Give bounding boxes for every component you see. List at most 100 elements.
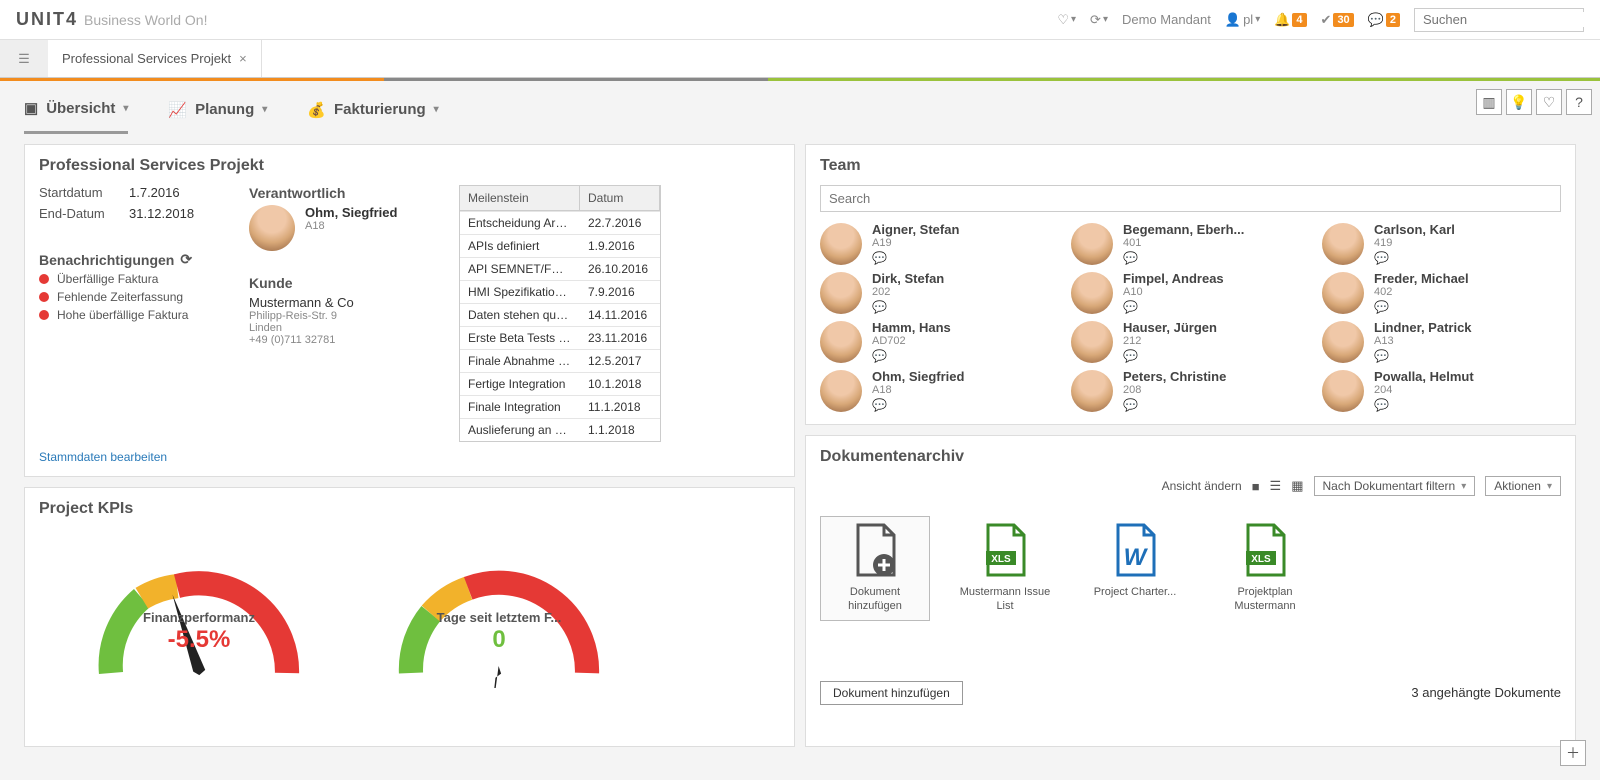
milestone-date: 22.7.2016 [580,212,660,234]
document-type-icon: W [1110,523,1160,579]
topbar: UNIT4 Business World On! ♡ ▾ ⟳ ▾ Demo Ma… [0,0,1600,40]
milestone-row[interactable]: Finale Abnahme der ...12.5.2017 [460,349,660,372]
team-member[interactable]: Lindner, PatrickA13💬 [1322,320,1561,363]
gauge-days-label: Tage seit letztem F... [389,610,609,625]
chat-icon[interactable]: 💬 [1374,349,1472,363]
view-large-icon[interactable]: ■ [1252,479,1260,494]
member-name: Hauser, Jürgen [1123,320,1217,335]
view-list-icon[interactable]: ☰ [1270,478,1282,494]
milestone-row[interactable]: Auslieferung an Kund...1.1.2018 [460,418,660,441]
milestone-row[interactable]: Finale Integration11.1.2018 [460,395,660,418]
messages-icon[interactable]: 💬2 [1368,12,1400,28]
notifications-icon[interactable]: 🔔4 [1274,12,1306,28]
team-search-input[interactable] [820,185,1561,212]
notification-item[interactable]: Fehlende Zeiterfassung [39,290,219,304]
brand-logo: UNIT4 [16,9,78,30]
view-grid-icon[interactable]: ▦ [1291,478,1303,494]
nav-overview[interactable]: ▣ Übersicht ▾ [24,99,128,134]
chat-icon[interactable]: 💬 [872,251,959,265]
responsible-id: A18 [305,220,397,232]
main-menu-icon[interactable]: ☰ [0,40,48,77]
filter-doc-type-dropdown[interactable]: Nach Dokumentart filtern▾ [1314,476,1476,496]
team-member[interactable]: Hauser, Jürgen212 💬 [1071,320,1310,363]
documents-panel: Dokumentenarchiv Ansicht ändern ■ ☰ ▦ Na… [805,435,1576,747]
member-name: Carlson, Karl [1374,222,1455,237]
member-id: 212 [1123,335,1217,347]
chat-icon[interactable]: 💬 [1374,300,1469,314]
notification-item[interactable]: Hohe überfällige Faktura [39,308,219,322]
member-name: Ohm, Siegfried [872,369,964,384]
add-fab-button[interactable]: ＋ [1560,740,1586,766]
notification-item[interactable]: Überfällige Faktura [39,272,219,286]
milestone-row[interactable]: Daten stehen quersc...14.11.2016 [460,303,660,326]
chat-icon[interactable]: 💬 [872,349,951,363]
notification-text: Fehlende Zeiterfassung [57,290,183,304]
doc-label: Mustermann Issue List [957,585,1053,614]
edit-master-data-link[interactable]: Stammdaten bearbeiten [39,450,167,464]
document-item[interactable]: XLSProjektplan Mustermann [1210,516,1320,621]
document-item[interactable]: W Project Charter... [1080,516,1190,621]
favorites-icon[interactable]: ♡ ▾ [1057,12,1076,28]
member-name: Fimpel, Andreas [1123,271,1224,286]
member-name: Lindner, Patrick [1374,320,1472,335]
milestone-date: 1.1.2018 [580,419,660,441]
user-menu[interactable]: 👤 pl ▾ [1225,12,1260,28]
responsible-avatar[interactable] [249,205,295,251]
milestone-row[interactable]: Fertige Integration10.1.2018 [460,372,660,395]
add-document-button[interactable]: Dokument hinzufügen [820,681,963,705]
milestone-date: 7.9.2016 [580,281,660,303]
milestone-row[interactable]: Entscheidung Archite...22.7.2016 [460,211,660,234]
tab-row: ☰ Professional Services Projekt × [0,40,1600,78]
document-item[interactable]: XLSMustermann Issue List [950,516,1060,621]
milestone-date: 14.11.2016 [580,304,660,326]
refresh-icon[interactable]: ⟳ [180,251,192,268]
global-search[interactable]: 🔍 [1414,8,1584,32]
team-member[interactable]: Fimpel, AndreasA10💬 [1071,271,1310,314]
chat-icon[interactable]: 💬 [1123,251,1244,265]
customer-name: Mustermann & Co [249,295,429,310]
milestone-name: Finale Abnahme der ... [460,350,580,372]
status-dot-icon [39,310,49,320]
member-name: Dirk, Stefan [872,271,944,286]
milestone-row[interactable]: API SEMNET/FW ver...26.10.2016 [460,257,660,280]
actions-dropdown[interactable]: Aktionen▾ [1485,476,1561,496]
add-document-tile[interactable]: Dokument hinzufügen [820,516,930,621]
chat-icon[interactable]: 💬 [1374,398,1474,412]
member-avatar [1071,223,1113,265]
chat-icon[interactable]: 💬 [1123,300,1224,314]
global-search-input[interactable] [1423,12,1599,27]
tenant-name[interactable]: Demo Mandant [1122,12,1211,27]
history-icon[interactable]: ⟳ ▾ [1090,12,1108,28]
chat-icon[interactable]: 💬 [872,300,944,314]
chat-icon[interactable]: 💬 [1123,349,1217,363]
milestone-header-name[interactable]: Meilenstein [460,186,580,211]
member-name: Freder, Michael [1374,271,1469,286]
chat-icon[interactable]: 💬 [1374,251,1455,265]
tab-close-icon[interactable]: × [239,51,247,66]
chat-icon[interactable]: 💬 [872,398,964,412]
tasks-icon[interactable]: ✔30 [1321,12,1354,28]
milestone-row[interactable]: APIs definiert1.9.2016 [460,234,660,257]
tab-project[interactable]: Professional Services Projekt × [48,40,262,77]
team-member[interactable]: Aigner, StefanA19💬 [820,222,1059,265]
team-member[interactable]: Carlson, Karl419💬 [1322,222,1561,265]
member-avatar [1322,272,1364,314]
milestone-date: 12.5.2017 [580,350,660,372]
team-member[interactable]: Dirk, Stefan202💬 [820,271,1059,314]
doc-label: Project Charter... [1087,585,1183,599]
team-member[interactable]: Hamm, HansAD702💬 [820,320,1059,363]
nav-billing[interactable]: 💰 Fakturierung ▾ [307,99,438,134]
nav-planning[interactable]: 📈 Planung ▾ [168,99,267,134]
team-member[interactable]: Ohm, SiegfriedA18💬 [820,369,1059,412]
milestone-row[interactable]: HMI Spezifikation de...7.9.2016 [460,280,660,303]
chat-icon[interactable]: 💬 [1123,398,1226,412]
team-member[interactable]: Peters, Christine208💬 [1071,369,1310,412]
team-member[interactable]: Powalla, Helmut204💬 [1322,369,1561,412]
team-member[interactable]: Freder, Michael402💬 [1322,271,1561,314]
member-avatar [1322,370,1364,412]
team-member[interactable]: Begemann, Eberh...401💬 [1071,222,1310,265]
milestone-date: 10.1.2018 [580,373,660,395]
milestone-header-date[interactable]: Datum [580,186,660,211]
customer-addr2: Linden [249,322,429,334]
milestone-row[interactable]: Erste Beta Tests erfol...23.11.2016 [460,326,660,349]
